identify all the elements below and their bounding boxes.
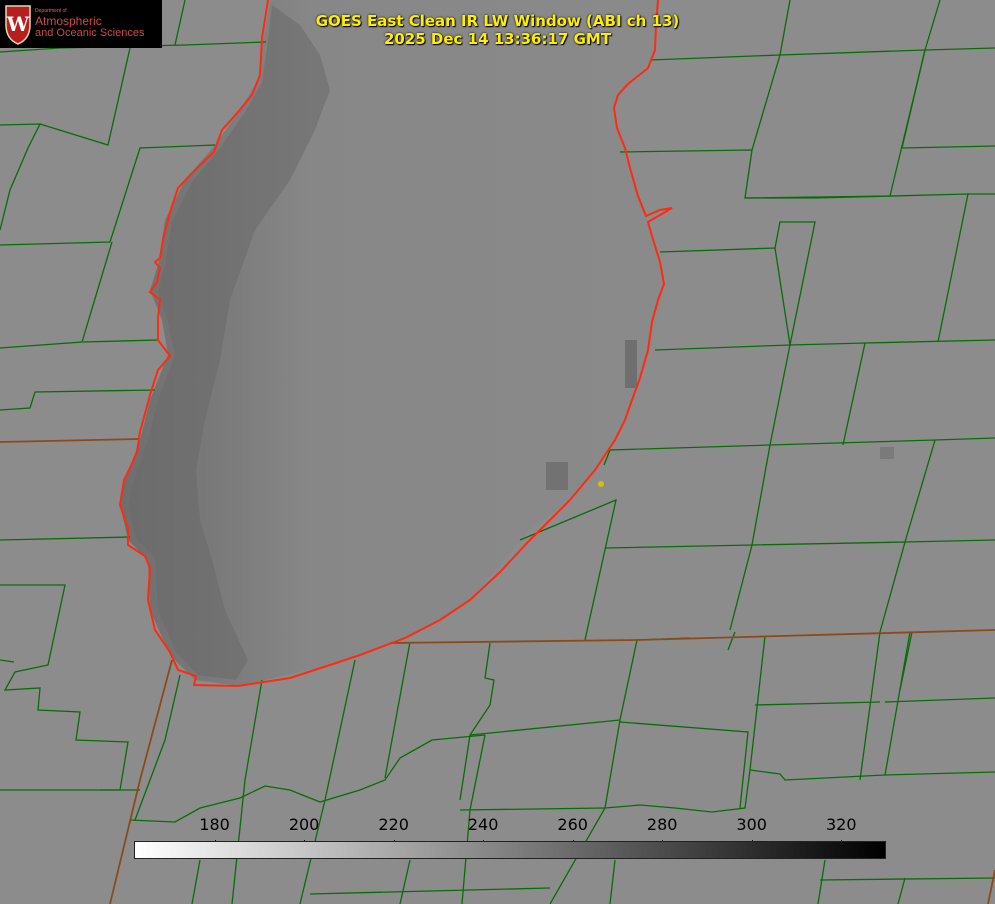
colorbar-tick-label: 300	[736, 815, 767, 834]
dark-spot	[625, 340, 637, 388]
colorbar-tick-label: 320	[825, 815, 857, 834]
image-timestamp: 2025 Dec 14 13:36:17 GMT	[383, 30, 612, 48]
temperature-colorbar	[134, 841, 886, 859]
colorbar-tick-label: 180	[199, 815, 230, 834]
colorbar-tick-label: 260	[557, 815, 588, 834]
satellite-map	[0, 0, 995, 904]
colorbar-ticks: 180 200 220 240 260 280 300 320	[134, 815, 886, 846]
colorbar-tick-label: 220	[378, 815, 409, 834]
colorbar-tick-label: 200	[288, 815, 320, 834]
dark-spot	[546, 462, 568, 490]
colorbar-tick-label: 280	[646, 815, 678, 834]
station-marker	[598, 481, 604, 487]
colorbar-tick-label: 240	[467, 815, 499, 834]
image-title: GOES East Clean IR LW Window (ABI ch 13)	[315, 12, 680, 30]
dark-spot	[880, 447, 894, 459]
